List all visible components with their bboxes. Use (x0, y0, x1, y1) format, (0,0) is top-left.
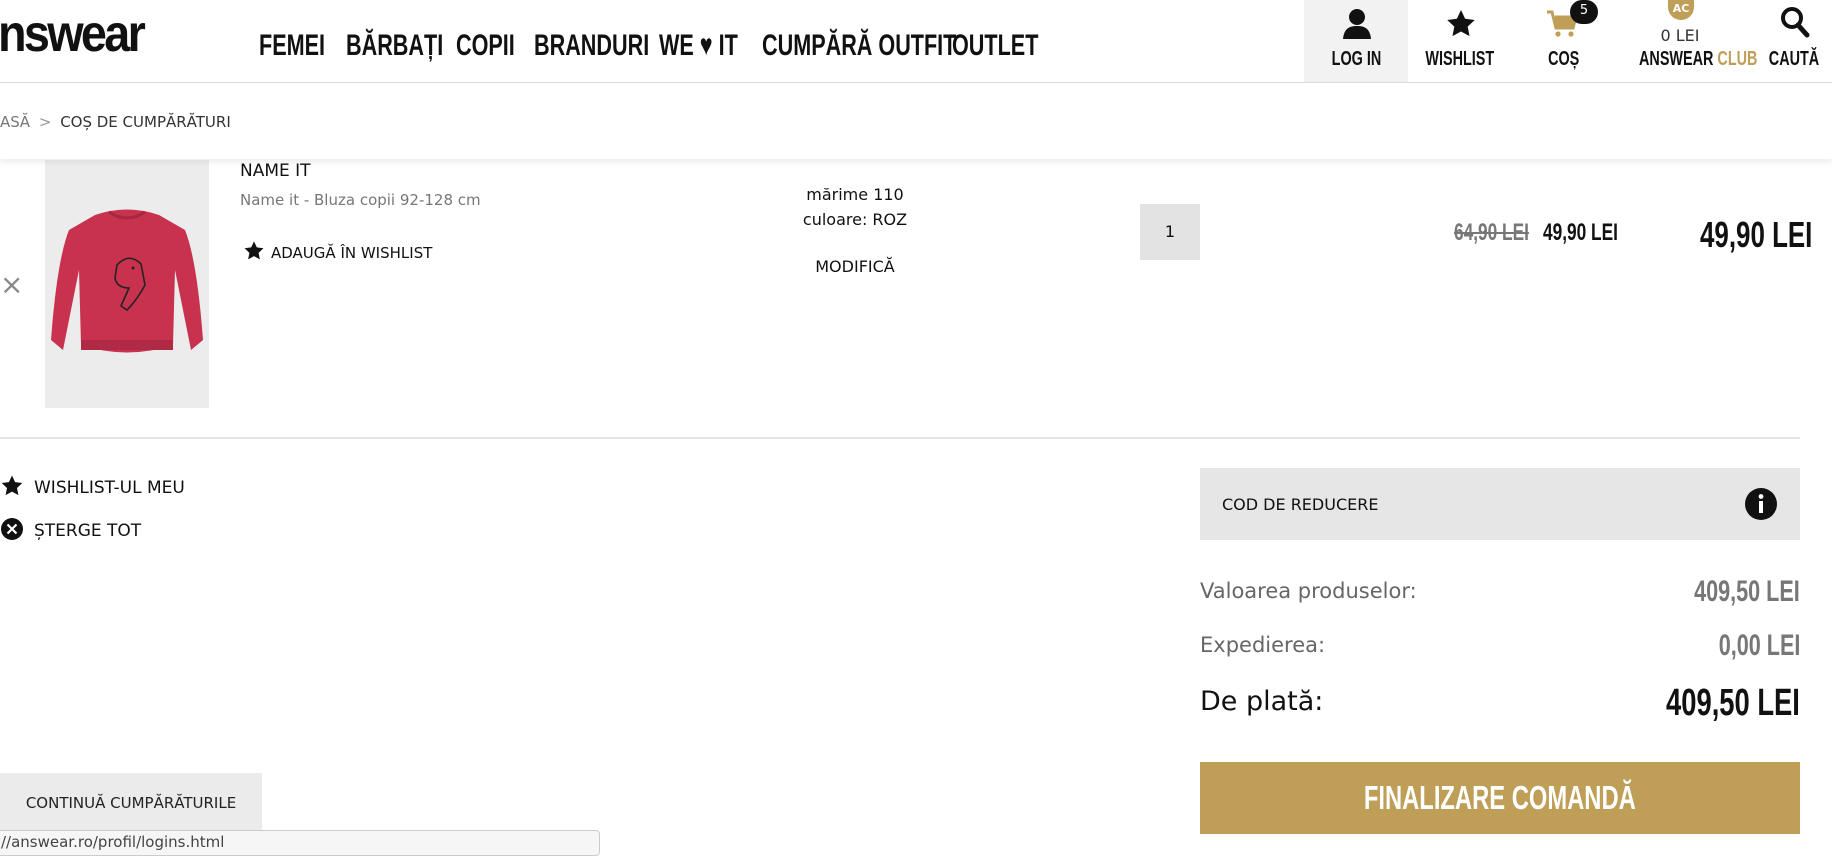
login-label: LOG IN (1331, 48, 1381, 70)
add-to-wishlist-label: ADAUGĂ ÎN WISHLIST (271, 244, 433, 262)
close-circle-icon (1, 518, 23, 540)
nav-outlet[interactable]: OUTLET (952, 28, 1072, 63)
breadcrumb-separator: > (38, 113, 52, 131)
nav-copii[interactable]: COPII (456, 28, 538, 63)
delete-all-label: ȘTERGE TOT (34, 521, 142, 541)
coupon-code-toggle[interactable]: COD DE REDUCERE (1200, 468, 1800, 540)
nav-we-love-it[interactable]: WE ♥ IT (659, 28, 768, 63)
search-button[interactable]: CAUTĂ (1752, 0, 1832, 82)
club-amount: 0 LEI (1660, 26, 1700, 45)
club-label-answear: ANSWEAR (1639, 48, 1714, 70)
star-icon (1, 475, 23, 496)
modify-button[interactable]: MODIFICĂ (755, 257, 955, 276)
product-image[interactable] (45, 160, 209, 408)
wishlist-button[interactable]: WISHLIST (1410, 0, 1510, 82)
products-value-label: Valoarea produselor: (1200, 579, 1417, 603)
star-icon (244, 241, 264, 260)
answear-logo[interactable]: nswear (0, 4, 146, 64)
add-to-wishlist-button[interactable]: ADAUGĂ ÎN WISHLIST (243, 240, 432, 262)
remove-item-button[interactable]: × (0, 268, 23, 301)
total-value-group: 409,50 LEI (1614, 680, 1800, 725)
product-color: culoare: ROZ (802, 210, 908, 229)
breadcrumb-bar: ASĂ > COȘ DE CUMPĂRĂTURI (0, 83, 1832, 159)
line-total: 49,90 LEI (1700, 214, 1813, 255)
wishlist-label: WISHLIST (1425, 48, 1495, 70)
search-label: CAUTĂ (1768, 48, 1820, 70)
nav-femei[interactable]: FEMEI (259, 28, 351, 63)
site-header: nswear FEMEI BĂRBAȚI COPII BRANDURI WE ♥… (0, 0, 1832, 83)
total-label: De plată: (1200, 686, 1324, 717)
shipping-value-group: 0,00 LEI (1687, 628, 1800, 663)
old-price: 64,90 LEI (1454, 219, 1529, 246)
products-value-group: 409,50 LEI (1653, 574, 1800, 609)
club-badge-icon: AC (1668, 0, 1694, 20)
info-icon[interactable] (1744, 487, 1778, 521)
search-icon (1781, 7, 1810, 38)
checkout-button[interactable]: FINALIZARE COMANDĂ (1200, 762, 1800, 834)
continue-shopping-button[interactable]: CONTINUĂ CUMPĂRĂTURILE (0, 773, 262, 833)
delete-all-link[interactable]: ȘTERGE TOT (0, 517, 141, 541)
my-wishlist-link[interactable]: WISHLIST-UL MEU (0, 474, 185, 498)
line-total-group: 49,90 LEI (1700, 214, 1832, 256)
current-price: 49,90 LEI (1543, 219, 1618, 246)
breadcrumb-current: COȘ DE CUMPĂRĂTURI (60, 113, 231, 131)
product-brand[interactable]: NAME IT (240, 161, 311, 181)
quantity-field[interactable]: 1 (1140, 204, 1200, 260)
user-icon (1343, 9, 1371, 39)
shipping-label: Expedierea: (1200, 633, 1326, 657)
cart-count-badge: 5 (1570, 0, 1598, 24)
login-button[interactable]: LOG IN (1304, 0, 1408, 82)
checkout-label: FINALIZARE COMANDĂ (1364, 779, 1636, 816)
coupon-label: COD DE REDUCERE (1222, 495, 1379, 514)
divider (0, 437, 1800, 439)
price-group-current: 49,90 LEI (1543, 218, 1647, 247)
cart-label: COȘ (1548, 48, 1580, 70)
breadcrumb-home[interactable]: ASĂ (0, 113, 30, 131)
my-wishlist-label: WISHLIST-UL MEU (34, 478, 185, 498)
sweatshirt-image (45, 160, 209, 408)
products-value: 409,50 LEI (1694, 575, 1800, 608)
product-title[interactable]: Name it - Bluza copii 92-128 cm (240, 191, 481, 209)
shipping-value: 0,00 LEI (1718, 629, 1800, 662)
cart-button[interactable]: 5 COȘ (1514, 0, 1614, 82)
total-value: 409,50 LEI (1666, 682, 1800, 724)
product-size: mărime 110 (806, 185, 904, 204)
star-icon (1447, 10, 1475, 37)
status-url-bar: //answear.ro/profil/logins.html (0, 830, 600, 856)
answear-club-button[interactable]: AC 0 LEI ANSWEAR CLUB (1616, 0, 1757, 82)
breadcrumb: ASĂ > COȘ DE CUMPĂRĂTURI (0, 113, 231, 131)
